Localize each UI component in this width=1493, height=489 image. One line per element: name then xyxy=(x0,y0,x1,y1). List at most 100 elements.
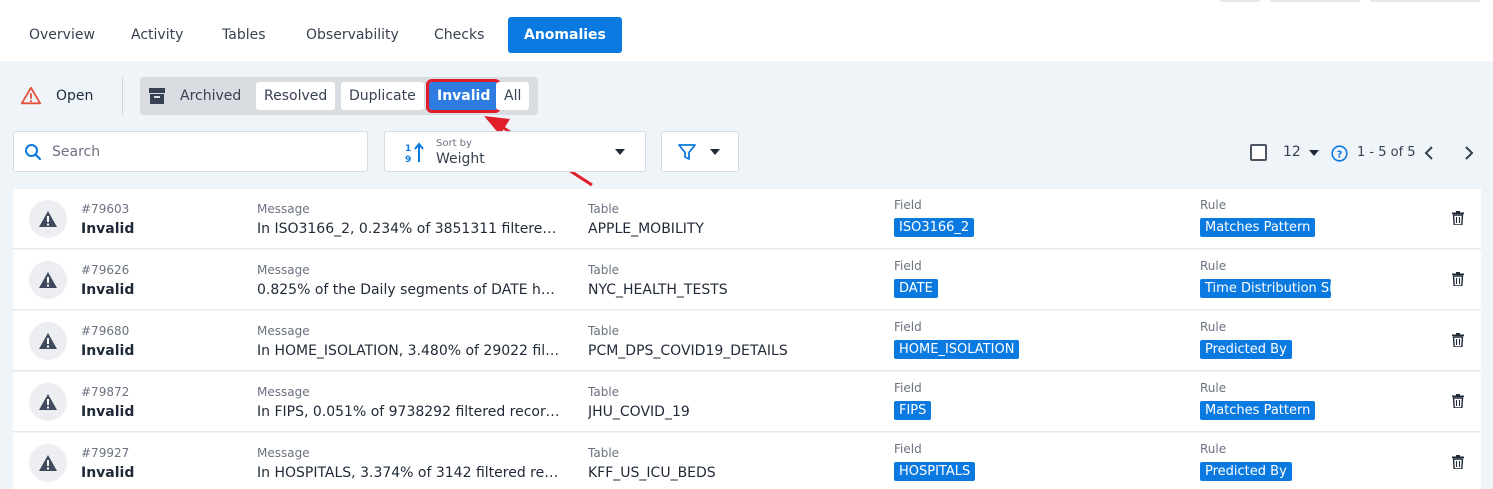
tab-activity[interactable]: Activity xyxy=(115,17,199,53)
anomaly-message: 0.825% of the Daily segments of DATE hav… xyxy=(257,282,563,298)
trash-icon[interactable] xyxy=(1452,272,1464,286)
chevron-down-icon xyxy=(615,149,625,155)
svg-text:9: 9 xyxy=(405,155,411,164)
trash-icon[interactable] xyxy=(1452,211,1464,225)
chevron-left-icon[interactable] xyxy=(1423,146,1435,160)
open-filter-label: Open xyxy=(56,88,94,104)
anomaly-id: #79872 xyxy=(81,385,130,399)
anomaly-avatar xyxy=(29,322,67,360)
anomaly-table: PCM_DPS_COVID19_DETAILS xyxy=(588,343,788,359)
rule-label: Rule xyxy=(1200,381,1227,395)
resolved-chip[interactable]: Resolved xyxy=(256,82,336,110)
anomaly-id: #79626 xyxy=(81,263,130,277)
search-input[interactable] xyxy=(52,143,352,160)
top-stub xyxy=(1220,0,1260,2)
anomaly-message: In HOSPITALS, 3.374% of 3142 filtered re… xyxy=(257,465,563,481)
anomaly-id: #79927 xyxy=(81,446,130,460)
message-label: Message xyxy=(257,385,310,399)
tab-anomalies[interactable]: Anomalies xyxy=(508,17,622,53)
anomalies-panel: Open Archived Resolved Duplicate Invalid… xyxy=(0,61,1493,489)
field-label: Field xyxy=(894,320,922,334)
rule-label: Rule xyxy=(1200,320,1227,334)
anomaly-row[interactable]: #79927 Invalid Message In HOSPITALS, 3.374%… xyxy=(13,433,1481,489)
sort-value: Weight xyxy=(436,151,485,167)
warning-icon xyxy=(39,455,57,471)
anomaly-avatar xyxy=(29,261,67,299)
anomaly-avatar xyxy=(29,444,67,482)
rule-badge[interactable]: Time Distribution Size xyxy=(1200,279,1331,298)
warning-icon xyxy=(39,394,57,410)
anomaly-avatar xyxy=(29,200,67,238)
warning-icon xyxy=(39,333,57,349)
anomaly-status: Invalid xyxy=(81,404,135,420)
message-label: Message xyxy=(257,324,310,338)
field-label: Field xyxy=(894,259,922,273)
table-label: Table xyxy=(588,263,620,277)
archived-label: Archived xyxy=(180,88,242,104)
message-label: Message xyxy=(257,446,310,460)
sort-caption: Sort by xyxy=(436,138,472,149)
rule-label: Rule xyxy=(1200,442,1227,456)
invalid-chip[interactable]: Invalid xyxy=(425,79,502,113)
filter-button[interactable] xyxy=(661,131,739,172)
tab-tables[interactable]: Tables xyxy=(206,17,282,53)
search-icon xyxy=(25,143,42,160)
all-chip[interactable]: All xyxy=(496,82,530,110)
anomaly-status: Invalid xyxy=(81,465,135,481)
warning-icon xyxy=(20,86,42,105)
top-stub xyxy=(1270,0,1360,2)
top-nav: Overview Activity Tables Observability C… xyxy=(0,0,1493,61)
anomaly-status: Invalid xyxy=(81,282,135,298)
tab-checks[interactable]: Checks xyxy=(418,17,500,53)
tab-observability[interactable]: Observability xyxy=(290,17,415,53)
anomaly-table: APPLE_MOBILITY xyxy=(588,221,704,237)
anomaly-row[interactable]: #79872 Invalid Message In FIPS, 0.051% of 9… xyxy=(13,372,1481,432)
sort-select[interactable]: 1 9 Sort by Weight xyxy=(384,131,646,172)
warning-icon xyxy=(39,272,57,288)
tab-overview[interactable]: Overview xyxy=(13,17,111,53)
filter-icon xyxy=(678,144,696,160)
field-badge[interactable]: HOSPITALS xyxy=(894,462,976,481)
archived-filter-button[interactable]: Archived xyxy=(148,82,241,110)
svg-text:?: ? xyxy=(1337,150,1343,161)
duplicate-chip[interactable]: Duplicate xyxy=(341,82,424,110)
trash-icon[interactable] xyxy=(1452,333,1464,347)
anomaly-row[interactable]: #79603 Invalid Message In ISO3166_2, 0.234%… xyxy=(13,189,1481,249)
table-label: Table xyxy=(588,202,620,216)
field-badge[interactable]: ISO3166_2 xyxy=(894,218,975,237)
anomaly-row[interactable]: #79680 Invalid Message In HOME_ISOLATION, 3… xyxy=(13,311,1481,371)
field-badge[interactable]: HOME_ISOLATION xyxy=(894,340,1020,359)
message-label: Message xyxy=(257,202,310,216)
help-icon[interactable]: ? xyxy=(1331,145,1348,162)
field-badge[interactable]: DATE xyxy=(894,279,938,298)
anomaly-table: KFF_US_ICU_BEDS xyxy=(588,465,716,481)
chevron-down-icon[interactable] xyxy=(1309,150,1319,156)
table-label: Table xyxy=(588,446,620,460)
per-page-select[interactable]: 12 xyxy=(1283,144,1301,160)
sort-order-icon: 1 9 xyxy=(405,142,424,164)
anomaly-message: In HOME_ISOLATION, 3.480% of 29022 filte… xyxy=(257,343,563,359)
pagination-range: 1 - 5 of 5 xyxy=(1357,145,1416,160)
search-box[interactable] xyxy=(13,131,368,172)
anomaly-avatar xyxy=(29,383,67,421)
rule-badge[interactable]: Predicted By xyxy=(1200,340,1292,359)
chevron-right-icon[interactable] xyxy=(1463,146,1475,160)
rule-badge[interactable]: Predicted By xyxy=(1200,462,1292,481)
anomaly-status: Invalid xyxy=(81,221,135,237)
anomaly-table: NYC_HEALTH_TESTS xyxy=(588,282,728,298)
trash-icon[interactable] xyxy=(1452,394,1464,408)
message-label: Message xyxy=(257,263,310,277)
rule-badge[interactable]: Matches Pattern xyxy=(1200,401,1316,420)
anomaly-id: #79603 xyxy=(81,202,130,216)
rule-label: Rule xyxy=(1200,198,1227,212)
rule-badge[interactable]: Matches Pattern xyxy=(1200,218,1316,237)
svg-text:1: 1 xyxy=(405,144,411,154)
rule-label: Rule xyxy=(1200,259,1227,273)
anomaly-row[interactable]: #79626 Invalid Message 0.825% of the Daily … xyxy=(13,250,1481,310)
select-all-checkbox[interactable] xyxy=(1250,144,1267,161)
archive-icon xyxy=(149,88,165,104)
open-filter-button[interactable]: Open xyxy=(20,79,93,113)
trash-icon[interactable] xyxy=(1452,455,1464,469)
field-label: Field xyxy=(894,381,922,395)
field-badge[interactable]: FIPS xyxy=(894,401,932,420)
